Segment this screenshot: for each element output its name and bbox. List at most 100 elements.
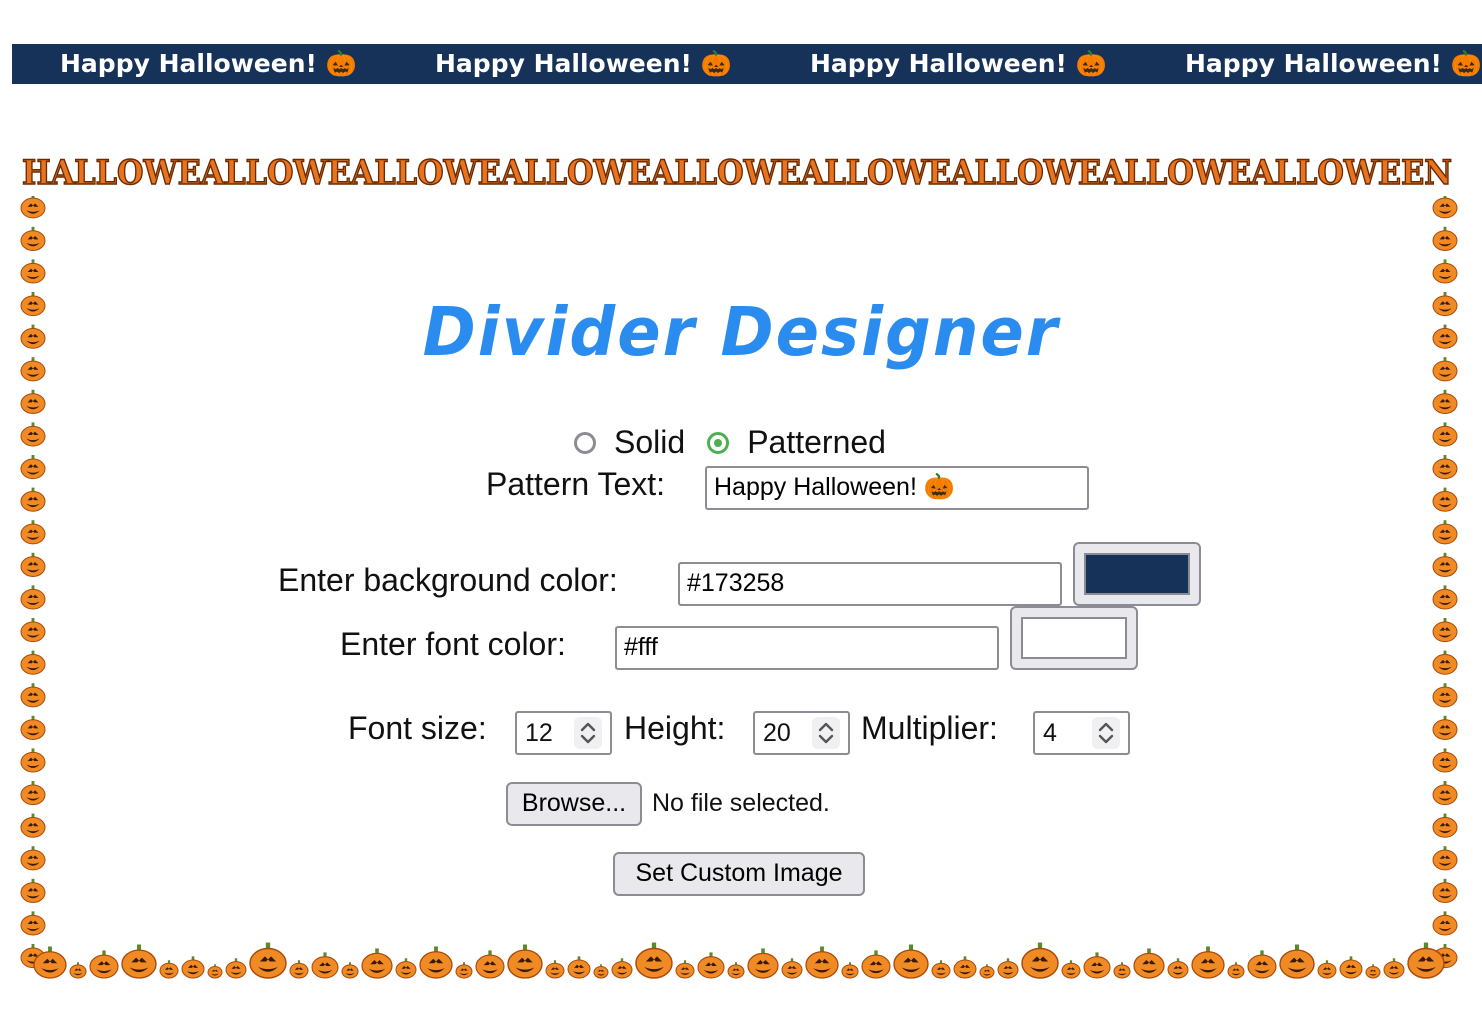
pumpkin-icon xyxy=(289,960,309,979)
height-value: 20 xyxy=(763,719,791,747)
pumpkin-icon xyxy=(747,948,779,979)
background-color-picker[interactable] xyxy=(1073,542,1201,606)
pumpkin-icon xyxy=(675,960,695,979)
pumpkin-icon xyxy=(1133,948,1165,979)
font-color-swatch xyxy=(1021,617,1127,659)
pumpkin-icon xyxy=(20,520,46,545)
font-size-spinner[interactable] xyxy=(574,717,602,749)
halloween-frame-text: HALLOWEALLOWEALLOWEALLOWEALLOWEALLOWEALL… xyxy=(22,153,1452,192)
pumpkin-icon xyxy=(727,962,745,979)
pumpkin-icon xyxy=(1247,950,1277,979)
pumpkin-row-bottom xyxy=(33,942,1445,979)
pumpkin-icon xyxy=(805,946,839,979)
multiplier-spinner[interactable] xyxy=(1092,717,1120,749)
pumpkin-icon xyxy=(1339,956,1363,979)
pumpkin-icon xyxy=(20,781,46,806)
font-color-input[interactable]: #fff xyxy=(615,626,999,670)
pumpkin-icon xyxy=(20,813,46,838)
pumpkin-icon xyxy=(20,226,46,251)
pumpkin-icon xyxy=(89,950,119,979)
pumpkin-icon xyxy=(1432,585,1458,610)
pumpkin-icon xyxy=(20,715,46,740)
pumpkin-icon xyxy=(341,962,359,979)
pumpkin-icon xyxy=(1432,487,1458,512)
pumpkin-icon xyxy=(181,956,205,979)
pumpkin-icon xyxy=(1317,960,1337,979)
pumpkin-icon xyxy=(1432,683,1458,708)
pumpkin-icon xyxy=(395,958,417,979)
pumpkin-icon xyxy=(20,196,46,219)
page-title: Divider Designer xyxy=(422,294,1060,372)
pumpkin-icon xyxy=(1407,942,1445,979)
background-color-input[interactable]: #173258 xyxy=(678,562,1062,606)
height-spinner[interactable] xyxy=(812,717,840,749)
pumpkin-icon xyxy=(1432,748,1458,773)
pumpkin-icon xyxy=(781,958,803,979)
pumpkin-icon xyxy=(1083,952,1111,979)
font-color-label: Enter font color: xyxy=(340,626,566,662)
pumpkin-icon xyxy=(1432,813,1458,838)
height-input[interactable]: 20 xyxy=(753,711,850,755)
pumpkin-icon xyxy=(931,960,951,979)
divider-preview: Happy Halloween! 🎃 Happy Halloween! 🎃 Ha… xyxy=(12,44,1482,84)
pumpkin-icon xyxy=(841,962,859,979)
pumpkin-icon xyxy=(121,944,157,979)
spinner-arrows-icon xyxy=(818,722,834,744)
pumpkin-icon xyxy=(1432,618,1458,643)
divider-pattern-text: Happy Halloween! 🎃 xyxy=(435,49,732,78)
pumpkin-icon xyxy=(1279,944,1315,979)
pumpkin-icon xyxy=(20,748,46,773)
halloween-frame-top: HALLOWEALLOWEALLOWEALLOWEALLOWEALLOWEALL… xyxy=(22,152,1453,192)
pumpkin-icon xyxy=(225,958,247,979)
multiplier-value: 4 xyxy=(1043,719,1057,747)
pumpkin-icon xyxy=(1432,846,1458,871)
pumpkin-icon xyxy=(997,958,1019,979)
pumpkin-icon xyxy=(20,846,46,871)
pumpkin-icon xyxy=(507,944,543,979)
pumpkin-icon xyxy=(545,960,565,979)
pumpkin-icon xyxy=(20,259,46,284)
pumpkin-icon xyxy=(1432,650,1458,675)
pumpkin-icon xyxy=(1432,878,1458,903)
pumpkin-icon xyxy=(419,946,453,979)
multiplier-input[interactable]: 4 xyxy=(1033,711,1130,755)
pumpkin-icon xyxy=(1432,520,1458,545)
font-size-input[interactable]: 12 xyxy=(515,711,612,755)
pumpkin-icon xyxy=(20,683,46,708)
pumpkin-icon xyxy=(69,962,87,979)
pumpkin-icon xyxy=(861,950,891,979)
set-custom-image-button[interactable]: Set Custom Image xyxy=(613,852,865,896)
pumpkin-icon xyxy=(635,942,673,979)
divider-pattern-text: Happy Halloween! 🎃 xyxy=(810,49,1107,78)
radio-patterned[interactable] xyxy=(707,431,730,454)
multiplier-label: Multiplier: xyxy=(861,710,998,746)
pattern-text-input[interactable]: Happy Halloween! 🎃 xyxy=(705,466,1089,510)
spinner-arrows-icon xyxy=(580,722,596,744)
background-color-label: Enter background color: xyxy=(278,562,618,598)
browse-button[interactable]: Browse... xyxy=(506,782,642,826)
pumpkin-icon xyxy=(475,950,505,979)
pumpkin-icon xyxy=(20,650,46,675)
pumpkin-icon xyxy=(33,946,67,979)
radio-label-solid[interactable]: Solid xyxy=(614,424,685,461)
font-color-picker[interactable] xyxy=(1010,606,1138,670)
height-label: Height: xyxy=(624,710,726,746)
pumpkin-icon xyxy=(361,948,393,979)
pumpkin-icon xyxy=(953,956,977,979)
pumpkin-icon xyxy=(20,552,46,577)
pumpkin-icon xyxy=(20,487,46,512)
pumpkin-icon xyxy=(1061,960,1081,979)
pumpkin-icon xyxy=(1432,196,1458,219)
pumpkin-icon xyxy=(593,964,609,979)
pumpkin-icon xyxy=(20,389,46,414)
pumpkin-icon xyxy=(1432,552,1458,577)
pumpkin-icon xyxy=(1113,962,1131,979)
radio-label-patterned[interactable]: Patterned xyxy=(747,424,886,461)
pumpkin-icon xyxy=(1365,964,1381,979)
pumpkin-icon xyxy=(1383,958,1405,979)
radio-solid[interactable] xyxy=(574,431,597,454)
pumpkin-icon xyxy=(20,585,46,610)
file-status-text: No file selected. xyxy=(652,789,830,817)
pumpkin-icon xyxy=(20,878,46,903)
background-color-swatch xyxy=(1084,553,1190,595)
